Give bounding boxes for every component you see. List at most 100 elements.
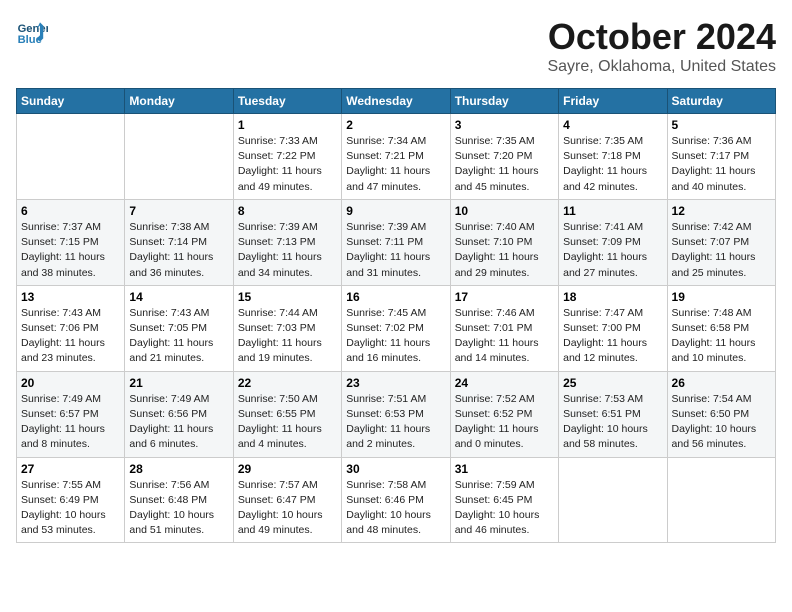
day-info: Sunrise: 7:35 AM Sunset: 7:18 PM Dayligh… — [563, 134, 662, 195]
calendar-table: SundayMondayTuesdayWednesdayThursdayFrid… — [16, 88, 776, 543]
calendar-cell: 20 Sunrise: 7:49 AM Sunset: 6:57 PM Dayli… — [17, 371, 125, 457]
day-number: 8 — [238, 204, 337, 218]
day-number: 26 — [672, 376, 771, 390]
day-info: Sunrise: 7:59 AM Sunset: 6:45 PM Dayligh… — [455, 478, 554, 539]
calendar-title: October 2024 — [547, 16, 776, 58]
day-number: 12 — [672, 204, 771, 218]
weekday-header-thursday: Thursday — [450, 89, 558, 114]
day-info: Sunrise: 7:48 AM Sunset: 6:58 PM Dayligh… — [672, 306, 771, 367]
day-number: 4 — [563, 118, 662, 132]
calendar-cell: 26Sunrise: 7:54 AM Sunset: 6:50 PM Dayli… — [667, 371, 775, 457]
week-row-3: 13Sunrise: 7:43 AM Sunset: 7:06 PM Dayli… — [17, 285, 776, 371]
day-info: Sunrise: 7:58 AM Sunset: 6:46 PM Dayligh… — [346, 478, 445, 539]
day-number: 7 — [129, 204, 228, 218]
calendar-cell: 2 Sunrise: 7:34 AM Sunset: 7:21 PM Daylig… — [342, 114, 450, 200]
title-block: October 2024 Sayre, Oklahoma, United Sta… — [547, 16, 776, 76]
day-info: Sunrise: 7:53 AM Sunset: 6:51 PM Dayligh… — [563, 392, 662, 453]
page-header: General Blue October 2024 Sayre, Oklahom… — [16, 16, 776, 76]
calendar-cell: 4 Sunrise: 7:35 AM Sunset: 7:18 PM Daylig… — [559, 114, 667, 200]
calendar-cell: 7Sunrise: 7:38 AM Sunset: 7:14 PM Daylig… — [125, 199, 233, 285]
calendar-cell: 16 Sunrise: 7:45 AM Sunset: 7:02 PM Dayli… — [342, 285, 450, 371]
svg-text:General: General — [18, 23, 48, 35]
day-number: 11 — [563, 204, 662, 218]
day-info: Sunrise: 7:49 AM Sunset: 6:57 PM Dayligh… — [21, 392, 120, 453]
day-info: Sunrise: 7:50 AM Sunset: 6:55 PM Dayligh… — [238, 392, 337, 453]
calendar-cell: 21 Sunrise: 7:49 AM Sunset: 6:56 PM Dayli… — [125, 371, 233, 457]
day-number: 20 — [21, 376, 120, 390]
day-info: Sunrise: 7:36 AM Sunset: 7:17 PM Dayligh… — [672, 134, 771, 195]
calendar-cell: 5 Sunrise: 7:36 AM Sunset: 7:17 PM Daylig… — [667, 114, 775, 200]
day-info: Sunrise: 7:33 AM Sunset: 7:22 PM Dayligh… — [238, 134, 337, 195]
week-row-4: 20 Sunrise: 7:49 AM Sunset: 6:57 PM Dayli… — [17, 371, 776, 457]
weekday-header-friday: Friday — [559, 89, 667, 114]
day-info: Sunrise: 7:43 AM Sunset: 7:05 PM Dayligh… — [129, 306, 228, 367]
weekday-header-row: SundayMondayTuesdayWednesdayThursdayFrid… — [17, 89, 776, 114]
day-info: Sunrise: 7:49 AM Sunset: 6:56 PM Dayligh… — [129, 392, 228, 453]
day-info: Sunrise: 7:55 AM Sunset: 6:49 PM Dayligh… — [21, 478, 120, 539]
day-info: Sunrise: 7:56 AM Sunset: 6:48 PM Dayligh… — [129, 478, 228, 539]
calendar-cell: 14 Sunrise: 7:43 AM Sunset: 7:05 PM Dayli… — [125, 285, 233, 371]
day-number: 9 — [346, 204, 445, 218]
day-info: Sunrise: 7:42 AM Sunset: 7:07 PM Dayligh… — [672, 220, 771, 281]
weekday-header-saturday: Saturday — [667, 89, 775, 114]
day-number: 6 — [21, 204, 120, 218]
day-number: 3 — [455, 118, 554, 132]
calendar-cell: 3 Sunrise: 7:35 AM Sunset: 7:20 PM Daylig… — [450, 114, 558, 200]
day-number: 5 — [672, 118, 771, 132]
weekday-header-sunday: Sunday — [17, 89, 125, 114]
calendar-cell: 28Sunrise: 7:56 AM Sunset: 6:48 PM Dayli… — [125, 457, 233, 543]
day-info: Sunrise: 7:45 AM Sunset: 7:02 PM Dayligh… — [346, 306, 445, 367]
calendar-cell — [667, 457, 775, 543]
day-info: Sunrise: 7:41 AM Sunset: 7:09 PM Dayligh… — [563, 220, 662, 281]
day-number: 29 — [238, 462, 337, 476]
day-number: 21 — [129, 376, 228, 390]
calendar-cell: 29 Sunrise: 7:57 AM Sunset: 6:47 PM Dayli… — [233, 457, 341, 543]
calendar-cell: 18 Sunrise: 7:47 AM Sunset: 7:00 PM Dayli… — [559, 285, 667, 371]
day-info: Sunrise: 7:51 AM Sunset: 6:53 PM Dayligh… — [346, 392, 445, 453]
day-number: 19 — [672, 290, 771, 304]
weekday-header-monday: Monday — [125, 89, 233, 114]
day-info: Sunrise: 7:40 AM Sunset: 7:10 PM Dayligh… — [455, 220, 554, 281]
day-info: Sunrise: 7:35 AM Sunset: 7:20 PM Dayligh… — [455, 134, 554, 195]
day-number: 24 — [455, 376, 554, 390]
logo: General Blue — [16, 16, 48, 48]
day-number: 2 — [346, 118, 445, 132]
day-number: 18 — [563, 290, 662, 304]
calendar-subtitle: Sayre, Oklahoma, United States — [547, 58, 776, 76]
week-row-2: 6Sunrise: 7:37 AM Sunset: 7:15 PM Daylig… — [17, 199, 776, 285]
day-number: 23 — [346, 376, 445, 390]
day-number: 30 — [346, 462, 445, 476]
day-info: Sunrise: 7:39 AM Sunset: 7:13 PM Dayligh… — [238, 220, 337, 281]
day-info: Sunrise: 7:44 AM Sunset: 7:03 PM Dayligh… — [238, 306, 337, 367]
logo-icon: General Blue — [16, 16, 48, 48]
day-number: 17 — [455, 290, 554, 304]
day-number: 15 — [238, 290, 337, 304]
calendar-cell: 10 Sunrise: 7:40 AM Sunset: 7:10 PM Dayli… — [450, 199, 558, 285]
day-number: 14 — [129, 290, 228, 304]
day-info: Sunrise: 7:43 AM Sunset: 7:06 PM Dayligh… — [21, 306, 120, 367]
day-number: 22 — [238, 376, 337, 390]
day-info: Sunrise: 7:39 AM Sunset: 7:11 PM Dayligh… — [346, 220, 445, 281]
day-info: Sunrise: 7:46 AM Sunset: 7:01 PM Dayligh… — [455, 306, 554, 367]
day-number: 10 — [455, 204, 554, 218]
week-row-1: 1 Sunrise: 7:33 AM Sunset: 7:22 PM Daylig… — [17, 114, 776, 200]
day-number: 25 — [563, 376, 662, 390]
calendar-cell: 22 Sunrise: 7:50 AM Sunset: 6:55 PM Dayli… — [233, 371, 341, 457]
day-info: Sunrise: 7:47 AM Sunset: 7:00 PM Dayligh… — [563, 306, 662, 367]
calendar-cell: 8 Sunrise: 7:39 AM Sunset: 7:13 PM Daylig… — [233, 199, 341, 285]
calendar-cell: 13Sunrise: 7:43 AM Sunset: 7:06 PM Dayli… — [17, 285, 125, 371]
day-number: 16 — [346, 290, 445, 304]
day-info: Sunrise: 7:34 AM Sunset: 7:21 PM Dayligh… — [346, 134, 445, 195]
calendar-cell: 11 Sunrise: 7:41 AM Sunset: 7:09 PM Dayli… — [559, 199, 667, 285]
calendar-cell: 30 Sunrise: 7:58 AM Sunset: 6:46 PM Dayli… — [342, 457, 450, 543]
calendar-cell: 25 Sunrise: 7:53 AM Sunset: 6:51 PM Dayli… — [559, 371, 667, 457]
calendar-cell: 27Sunrise: 7:55 AM Sunset: 6:49 PM Dayli… — [17, 457, 125, 543]
svg-text:Blue: Blue — [18, 34, 42, 46]
day-info: Sunrise: 7:57 AM Sunset: 6:47 PM Dayligh… — [238, 478, 337, 539]
calendar-cell: 15 Sunrise: 7:44 AM Sunset: 7:03 PM Dayli… — [233, 285, 341, 371]
day-number: 1 — [238, 118, 337, 132]
calendar-cell — [125, 114, 233, 200]
calendar-cell: 6Sunrise: 7:37 AM Sunset: 7:15 PM Daylig… — [17, 199, 125, 285]
calendar-cell: 31Sunrise: 7:59 AM Sunset: 6:45 PM Dayli… — [450, 457, 558, 543]
calendar-cell: 12 Sunrise: 7:42 AM Sunset: 7:07 PM Dayli… — [667, 199, 775, 285]
